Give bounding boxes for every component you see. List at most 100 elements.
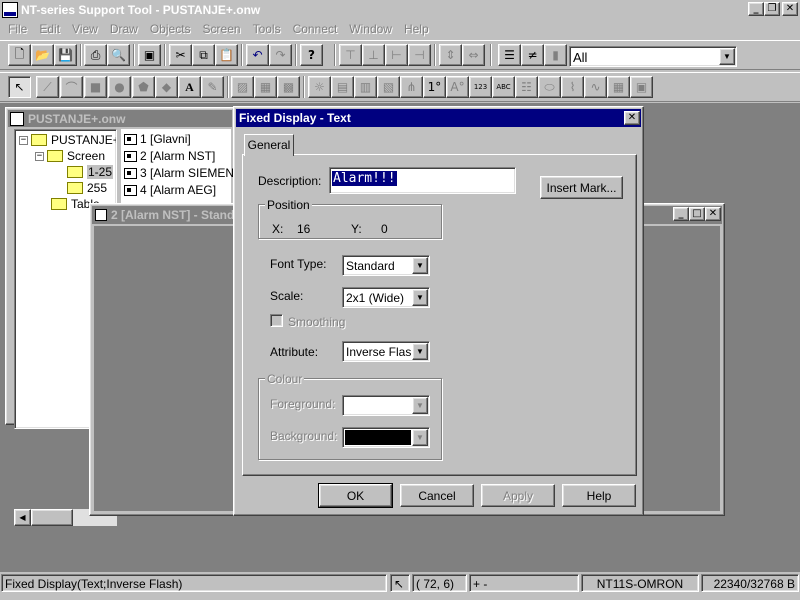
mark-icon[interactable]: ✎ — [201, 76, 224, 98]
align-bottom-icon[interactable]: ⊥ — [362, 44, 385, 66]
string-input-icon[interactable]: ABC — [492, 76, 515, 98]
maximize-button[interactable]: □ — [689, 207, 705, 221]
list-item[interactable]: 2 [Alarm NST] — [124, 149, 215, 163]
ok-button[interactable]: OK — [318, 483, 393, 508]
foreground-select[interactable]: ▼ — [342, 395, 430, 416]
list-item[interactable]: 3 [Alarm SIEMENS] — [124, 166, 245, 180]
chevron-down-icon[interactable]: ▼ — [412, 429, 428, 446]
new-file-icon[interactable]: 🗋 — [8, 44, 31, 66]
collapse-icon[interactable]: − — [35, 151, 44, 161]
list-item[interactable]: 4 [Alarm AEG] — [124, 183, 216, 197]
numeral-display-icon[interactable]: ▥ — [354, 76, 377, 98]
list-item[interactable]: 1 [Glavni] — [124, 132, 191, 146]
table-icon[interactable]: ▦ — [607, 76, 630, 98]
text-icon[interactable]: A — [178, 76, 201, 98]
dialog-close-button[interactable]: ✕ — [624, 111, 640, 125]
chevron-down-icon[interactable]: ▼ — [412, 289, 428, 306]
library-icon[interactable]: ▦ — [254, 76, 277, 98]
chevron-down-icon[interactable]: ▼ — [719, 48, 735, 65]
minimize-button[interactable]: _ — [673, 207, 689, 221]
space-vertical-icon[interactable]: ⇕ — [439, 44, 462, 66]
help-button[interactable]: Help — [562, 484, 636, 507]
copy-icon[interactable]: ⧉ — [192, 44, 215, 66]
context-help-icon[interactable]: ? — [300, 44, 323, 66]
project-window-title-bar[interactable]: PUSTANJE+.onw — [8, 110, 232, 127]
cancel-button[interactable]: Cancel — [400, 484, 474, 507]
scale-select[interactable]: 2x1 (Wide) ▼ — [342, 287, 430, 308]
close-button[interactable]: ✕ — [705, 207, 721, 221]
screen-properties-icon[interactable]: ▣ — [138, 44, 161, 66]
menu-tools[interactable]: Tools — [247, 22, 287, 36]
cut-icon[interactable]: ✂ — [169, 44, 192, 66]
numeral-input-icon[interactable]: 123 — [469, 76, 492, 98]
menu-edit[interactable]: Edit — [33, 22, 66, 36]
broken-line-graph-icon[interactable]: ∿ — [584, 76, 607, 98]
open-folder-icon[interactable]: 📂 — [31, 44, 54, 66]
hide-layer-icon[interactable]: ≠ — [521, 44, 544, 66]
alarm-history-icon[interactable]: ⬭ — [538, 76, 561, 98]
font-type-select[interactable]: Standard ▼ — [342, 255, 430, 276]
alarm-list-icon[interactable]: ☷ — [515, 76, 538, 98]
select-pointer-icon[interactable]: ↖ — [8, 76, 31, 98]
chevron-down-icon[interactable]: ▼ — [412, 397, 428, 414]
insert-mark-button[interactable]: Insert Mark... — [540, 176, 623, 199]
align-top-icon[interactable]: ⊤ — [339, 44, 362, 66]
chevron-down-icon[interactable]: ▼ — [412, 343, 428, 360]
undo-icon[interactable]: ↶ — [246, 44, 269, 66]
background-select[interactable]: ▼ — [342, 427, 430, 448]
close-button[interactable]: ✕ — [782, 2, 798, 16]
attribute-select[interactable]: Inverse Flash ▼ — [342, 341, 430, 362]
menu-draw[interactable]: Draw — [104, 22, 144, 36]
arc-icon[interactable]: ⌒ — [60, 76, 83, 98]
scrollbar-thumb[interactable] — [31, 509, 73, 526]
menu-connect[interactable]: Connect — [287, 22, 344, 36]
lock-layer-icon[interactable]: ▮ — [544, 44, 567, 66]
apply-button[interactable]: Apply — [481, 484, 555, 507]
menu-objects[interactable]: Objects — [144, 22, 197, 36]
print-icon[interactable]: ⎙ — [84, 44, 107, 66]
smoothing-checkbox[interactable] — [270, 314, 283, 327]
menu-view[interactable]: View — [66, 22, 104, 36]
space-horizontal-icon[interactable]: ⇔ — [462, 44, 485, 66]
project-window-title: PUSTANJE+.onw — [28, 111, 126, 126]
menu-window[interactable]: Window — [343, 22, 398, 36]
temporary-input-icon[interactable]: ▣ — [630, 76, 653, 98]
chevron-down-icon[interactable]: ▼ — [412, 257, 428, 274]
menu-file[interactable]: File — [2, 22, 33, 36]
tab-general[interactable]: General — [244, 134, 294, 156]
tree-item-range-255[interactable]: 255 — [67, 181, 107, 195]
tree-item-root[interactable]: − PUSTANJE+ — [19, 133, 116, 147]
trend-graph-icon[interactable]: ⌇ — [561, 76, 584, 98]
restore-button[interactable]: ❐ — [764, 2, 780, 16]
tree-item-screen[interactable]: − Screen — [35, 149, 105, 163]
image-icon[interactable]: ▨ — [231, 76, 254, 98]
redo-icon[interactable]: ↷ — [269, 44, 292, 66]
rectangle-icon[interactable]: ■ — [84, 76, 107, 98]
align-right-icon[interactable]: ⊣ — [408, 44, 431, 66]
polygon-icon[interactable]: ⬟ — [132, 76, 155, 98]
character-string-icon[interactable]: A° — [446, 76, 469, 98]
paste-icon[interactable]: 📋 — [215, 44, 238, 66]
lamp-icon[interactable]: ☼ — [308, 76, 331, 98]
scroll-left-icon[interactable]: ◀ — [14, 509, 31, 526]
save-icon[interactable]: 💾 — [54, 44, 77, 66]
bitmap-icon[interactable]: ▩ — [277, 76, 300, 98]
sector-icon[interactable]: ◆ — [155, 76, 178, 98]
numeric-display-icon[interactable]: 1° — [423, 76, 446, 98]
circle-icon[interactable]: ● — [108, 76, 131, 98]
collapse-icon[interactable]: − — [19, 135, 28, 145]
thumbwheel-icon[interactable]: ⋔ — [400, 76, 423, 98]
layer-select[interactable]: All ▼ — [569, 46, 737, 67]
print-preview-icon[interactable]: 🔍 — [107, 44, 130, 66]
menu-screen[interactable]: Screen — [197, 22, 247, 36]
align-left-icon[interactable]: ⊢ — [385, 44, 408, 66]
tree-item-range-1-25[interactable]: 1-25 — [67, 165, 114, 179]
description-input[interactable]: Alarm!!! — [329, 167, 516, 194]
touch-switch-icon[interactable]: ▤ — [331, 76, 354, 98]
bar-graph-icon[interactable]: ▧ — [377, 76, 400, 98]
minimize-button[interactable]: _ — [748, 2, 764, 16]
menu-help[interactable]: Help — [398, 22, 435, 36]
line-icon[interactable]: ⟋ — [36, 76, 59, 98]
layer-icon[interactable]: ☰ — [498, 44, 521, 66]
dialog-title-bar[interactable]: Fixed Display - Text — [236, 109, 641, 127]
